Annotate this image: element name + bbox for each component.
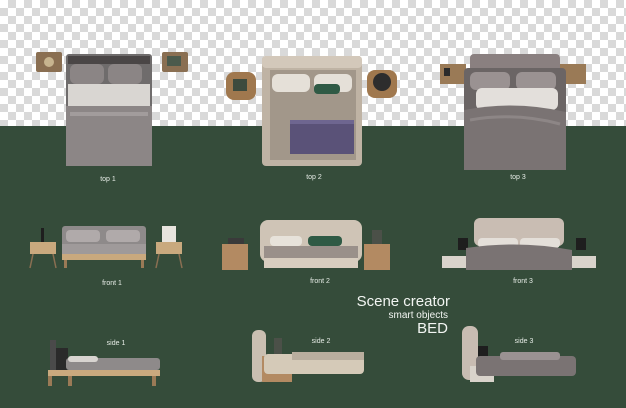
bed-illustrations [29, 52, 596, 386]
scene-canvas: top 1 top 2 top 3 front 1 front 2 front … [0, 0, 626, 408]
bed-front-2 [222, 220, 390, 270]
bed-top-2 [226, 56, 397, 166]
label-front-1: front 1 [102, 280, 122, 287]
label-top-1: top 1 [100, 176, 116, 183]
label-top-2: top 2 [306, 174, 322, 181]
bed-front-3 [442, 218, 596, 270]
label-top-3: top 3 [510, 174, 526, 181]
bed-title: BED [417, 320, 448, 337]
bed-top-3 [440, 54, 586, 170]
bed-top-1 [36, 52, 188, 166]
label-side-2: side 2 [311, 338, 331, 345]
bed-side-1 [48, 340, 160, 386]
label-front-3: front 3 [513, 278, 533, 285]
scene-creator-title: Scene creator [356, 293, 450, 310]
bed-front-1 [29, 226, 183, 269]
label-side-1: side 1 [106, 340, 126, 347]
bed-side-2 [252, 330, 364, 382]
label-front-2: front 2 [310, 278, 330, 285]
bed-side-3 [462, 326, 576, 382]
label-side-3: side 3 [514, 338, 534, 345]
